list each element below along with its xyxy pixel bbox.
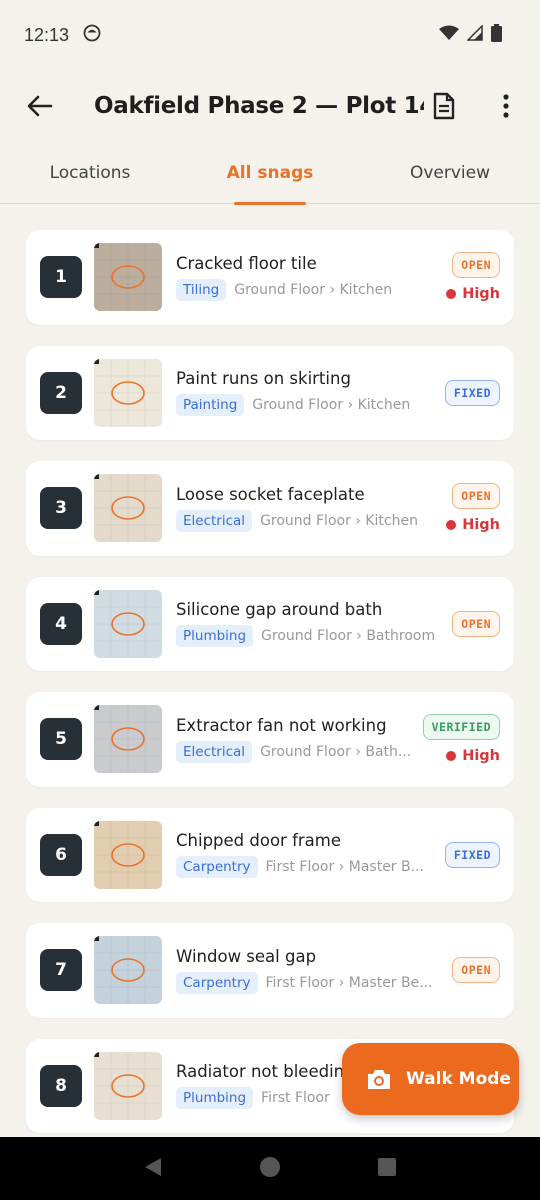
snag-card[interactable]: 4 Silicone gap around bath Plumbing Ground … (26, 576, 514, 671)
document-icon (433, 92, 455, 120)
snag-card[interactable]: 7 Window seal gap Carpentry First Floor › M… (26, 923, 514, 1018)
snag-number: 4 (40, 602, 82, 645)
app-bar: Oakfield Phase 2 — Plot 14 (0, 70, 540, 142)
priority-label: High (462, 517, 500, 534)
tab-all-snags[interactable]: All snags (180, 142, 360, 203)
category-chip: Carpentry (176, 971, 258, 994)
circle-home-icon (260, 1156, 280, 1177)
status-badge: OPEN (452, 957, 500, 984)
snag-card[interactable]: 1 Cracked floor tile Tiling Ground Floor › … (26, 230, 514, 325)
status-badge: VERIFIED (422, 714, 500, 741)
camera-icon (368, 1070, 390, 1089)
signal-icon (466, 23, 483, 46)
snag-card[interactable]: 2 Paint runs on skirting Painting Ground Fl… (26, 345, 514, 440)
back-button[interactable] (20, 86, 60, 126)
snag-location: Ground Floor › Bath... (260, 743, 412, 760)
snag-card[interactable]: 5 Extractor fan not working Electrical Grou… (26, 692, 514, 787)
tab-locations[interactable]: Locations (0, 142, 180, 203)
walk-mode-button[interactable]: Walk Mode (342, 1043, 519, 1115)
nav-home-button[interactable] (259, 1156, 281, 1182)
snag-title: Silicone gap around bath (176, 600, 383, 620)
priority-indicator: High (446, 748, 500, 764)
snag-location: First Floor (261, 1090, 330, 1107)
nav-back-button[interactable] (143, 1157, 163, 1181)
square-recents-icon (378, 1157, 396, 1176)
system-nav-bar (0, 1137, 540, 1200)
snag-photo-thumbnail (94, 358, 162, 427)
priority-label: High (462, 286, 500, 303)
priority-indicator: High (446, 286, 500, 302)
snag-photo-thumbnail (94, 1051, 162, 1120)
priority-indicator: High (446, 517, 500, 533)
category-chip: Electrical (176, 509, 253, 532)
back-arrow-icon (27, 95, 53, 117)
tab-overview[interactable]: Overview (360, 142, 540, 203)
more-options-button[interactable] (486, 86, 526, 126)
snag-photo-thumbnail (94, 705, 162, 774)
category-chip: Carpentry (176, 856, 258, 879)
snag-title: Extractor fan not working (176, 715, 387, 735)
snag-location: First Floor › Master B... (265, 859, 424, 876)
wifi-icon (439, 25, 459, 46)
snag-card[interactable]: 6 Chipped door frame Carpentry First Floor … (26, 807, 514, 902)
snag-photo-thumbnail (94, 474, 162, 543)
page-title: Oakfield Phase 2 — Plot 14 (94, 93, 424, 119)
status-badge: OPEN (452, 252, 500, 279)
snag-list: 1 Cracked floor tile Tiling Ground Floor › … (0, 204, 540, 1133)
snag-location: Ground Floor › Bathroom (261, 628, 436, 645)
priority-label: High (462, 748, 500, 765)
snag-number: 2 (40, 371, 82, 414)
status-badge: OPEN (452, 483, 500, 510)
nav-recents-button[interactable] (377, 1157, 397, 1181)
priority-dot-icon (446, 520, 457, 531)
snag-location: Ground Floor › Kitchen (260, 512, 418, 529)
status-badge: OPEN (452, 610, 500, 637)
snag-title: Cracked floor tile (176, 253, 317, 273)
snag-title: Window seal gap (176, 946, 317, 966)
snag-number: 3 (40, 487, 82, 530)
snag-number: 7 (40, 949, 82, 992)
snag-photo-thumbnail (94, 936, 162, 1005)
snag-location: Ground Floor › Kitchen (234, 281, 393, 298)
category-chip: Tiling (176, 278, 227, 301)
snag-photo-thumbnail (94, 820, 162, 889)
snag-title: Loose socket faceplate (176, 484, 365, 504)
tab-bar: Locations All snags Overview (0, 142, 540, 204)
battery-icon (491, 23, 502, 47)
status-time: 12:13 (24, 24, 70, 45)
snag-number: 1 (40, 256, 82, 299)
snag-number: 5 (40, 718, 82, 761)
priority-dot-icon (446, 751, 457, 762)
category-chip: Plumbing (176, 625, 254, 648)
category-chip: Plumbing (176, 1087, 254, 1110)
snag-location: Ground Floor › Kitchen (252, 397, 411, 414)
snag-title: Chipped door frame (176, 831, 341, 851)
report-button[interactable] (424, 86, 464, 126)
category-chip: Painting (176, 394, 245, 417)
snag-photo-thumbnail (94, 589, 162, 658)
triangle-back-icon (145, 1157, 161, 1176)
status-bar: 12:13 (0, 0, 540, 70)
snag-title: Paint runs on skirting (176, 369, 351, 389)
status-badge: FIXED (444, 841, 500, 868)
status-badge: FIXED (444, 379, 500, 406)
more-vertical-icon (503, 94, 509, 118)
snag-number: 8 (40, 1064, 82, 1107)
snag-card[interactable]: 3 Loose socket faceplate Electrical Ground … (26, 461, 514, 556)
notification-icon (83, 24, 101, 47)
snag-location: First Floor › Master Be... (265, 974, 433, 991)
snag-photo-thumbnail (94, 243, 162, 312)
walk-mode-label: Walk Mode (406, 1069, 511, 1089)
priority-dot-icon (446, 289, 457, 300)
snag-number: 6 (40, 833, 82, 876)
category-chip: Electrical (176, 740, 253, 763)
